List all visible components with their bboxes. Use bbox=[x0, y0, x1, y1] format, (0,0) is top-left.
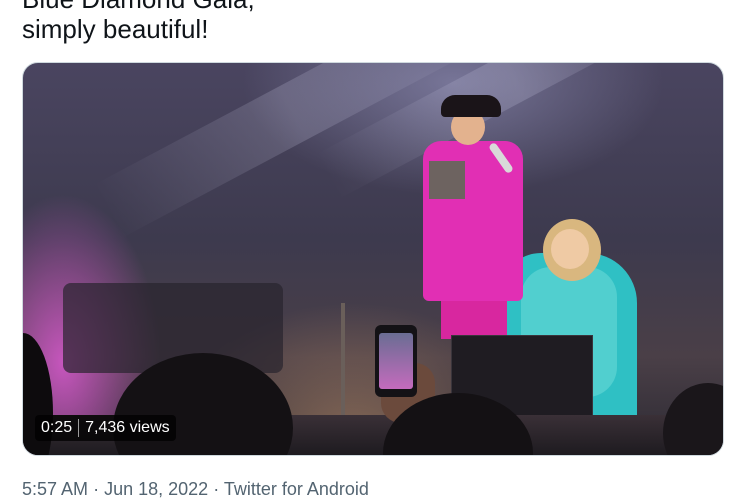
tweet-text: Blue Diamond Gala, simply beautiful! bbox=[22, 0, 722, 44]
tweet-source-link[interactable]: Twitter for Android bbox=[224, 479, 369, 499]
tweet-metadata: 5:57 AM · Jun 18, 2022 · Twitter for And… bbox=[22, 478, 369, 500]
crowd-phone-screen bbox=[379, 333, 413, 389]
performer-face bbox=[551, 229, 589, 269]
video-player[interactable]: 0:25 7,436 views bbox=[22, 62, 724, 456]
tweet-text-line-2: simply beautiful! bbox=[22, 14, 209, 44]
video-view-count: 7,436 views bbox=[85, 419, 170, 436]
video-duration: 0:25 bbox=[41, 419, 73, 436]
meta-separator: · bbox=[93, 479, 100, 499]
tweet-timestamp-link[interactable]: 5:57 AM · Jun 18, 2022 bbox=[22, 479, 208, 499]
meta-separator: · bbox=[213, 479, 220, 499]
crowd-head bbox=[663, 383, 723, 455]
tweet-time: 5:57 AM bbox=[22, 479, 89, 499]
tweet-text-line-1: Blue Diamond Gala, bbox=[22, 0, 722, 14]
performer-hat bbox=[441, 95, 501, 117]
video-info-badge: 0:25 7,436 views bbox=[35, 415, 176, 441]
suit-pattern-patch bbox=[429, 161, 465, 199]
tweet-date: Jun 18, 2022 bbox=[104, 479, 209, 499]
